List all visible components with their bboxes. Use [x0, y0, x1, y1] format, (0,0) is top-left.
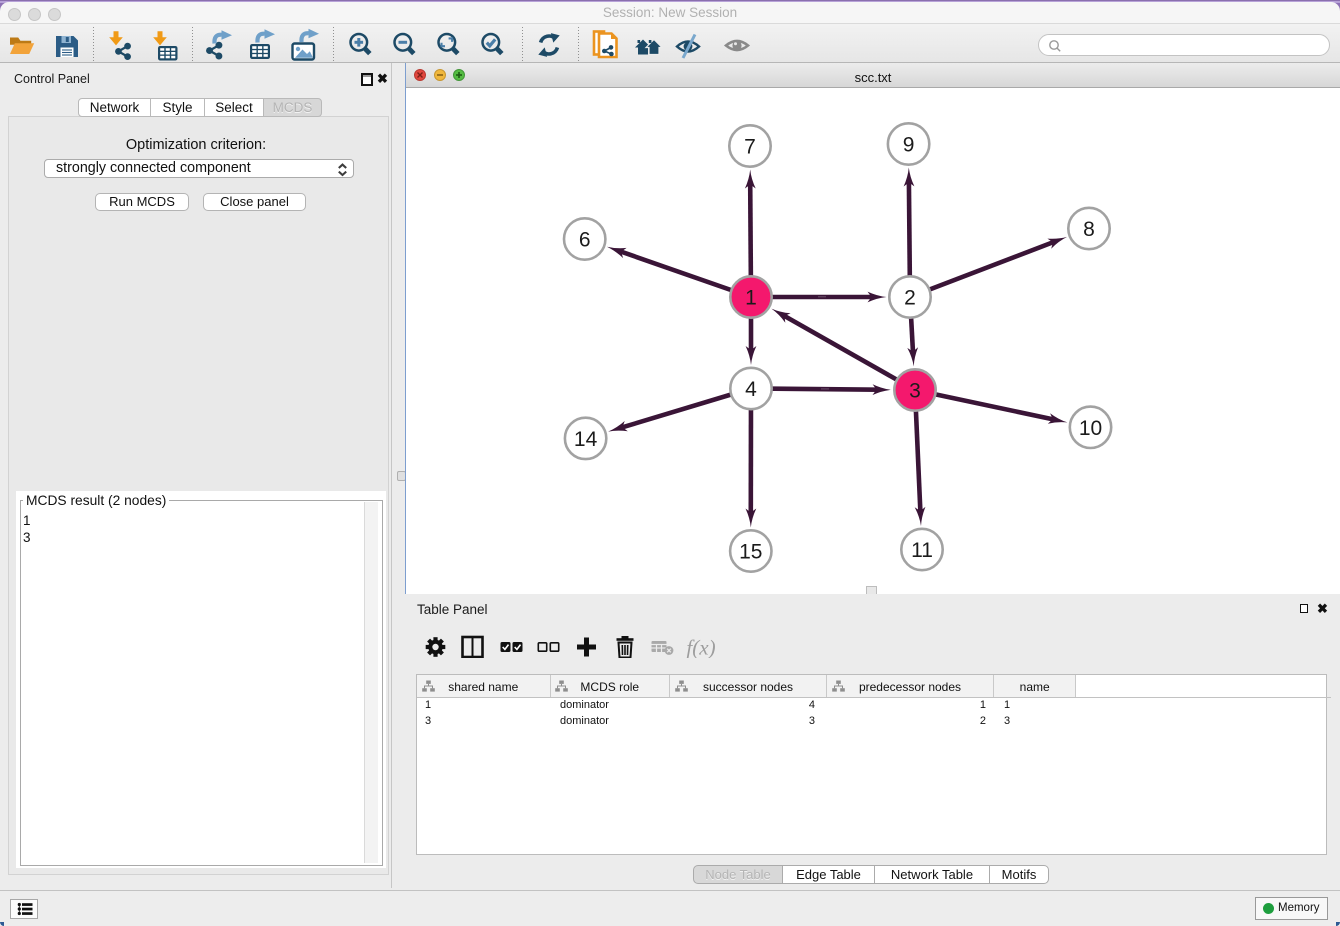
svg-text:14: 14: [574, 428, 598, 451]
svg-text:7: 7: [744, 136, 756, 159]
svg-text:f(x): f(x): [686, 636, 715, 659]
svg-text:3: 3: [909, 380, 921, 403]
svg-text:9: 9: [903, 134, 915, 157]
svg-text:8: 8: [1083, 218, 1095, 241]
svg-text:6: 6: [579, 229, 591, 252]
svg-text:11: 11: [911, 539, 933, 562]
svg-text:15: 15: [739, 541, 762, 564]
svg-text:4: 4: [745, 378, 757, 401]
svg-text:1: 1: [745, 287, 757, 310]
svg-text:2: 2: [904, 287, 916, 310]
svg-text:10: 10: [1079, 417, 1102, 440]
